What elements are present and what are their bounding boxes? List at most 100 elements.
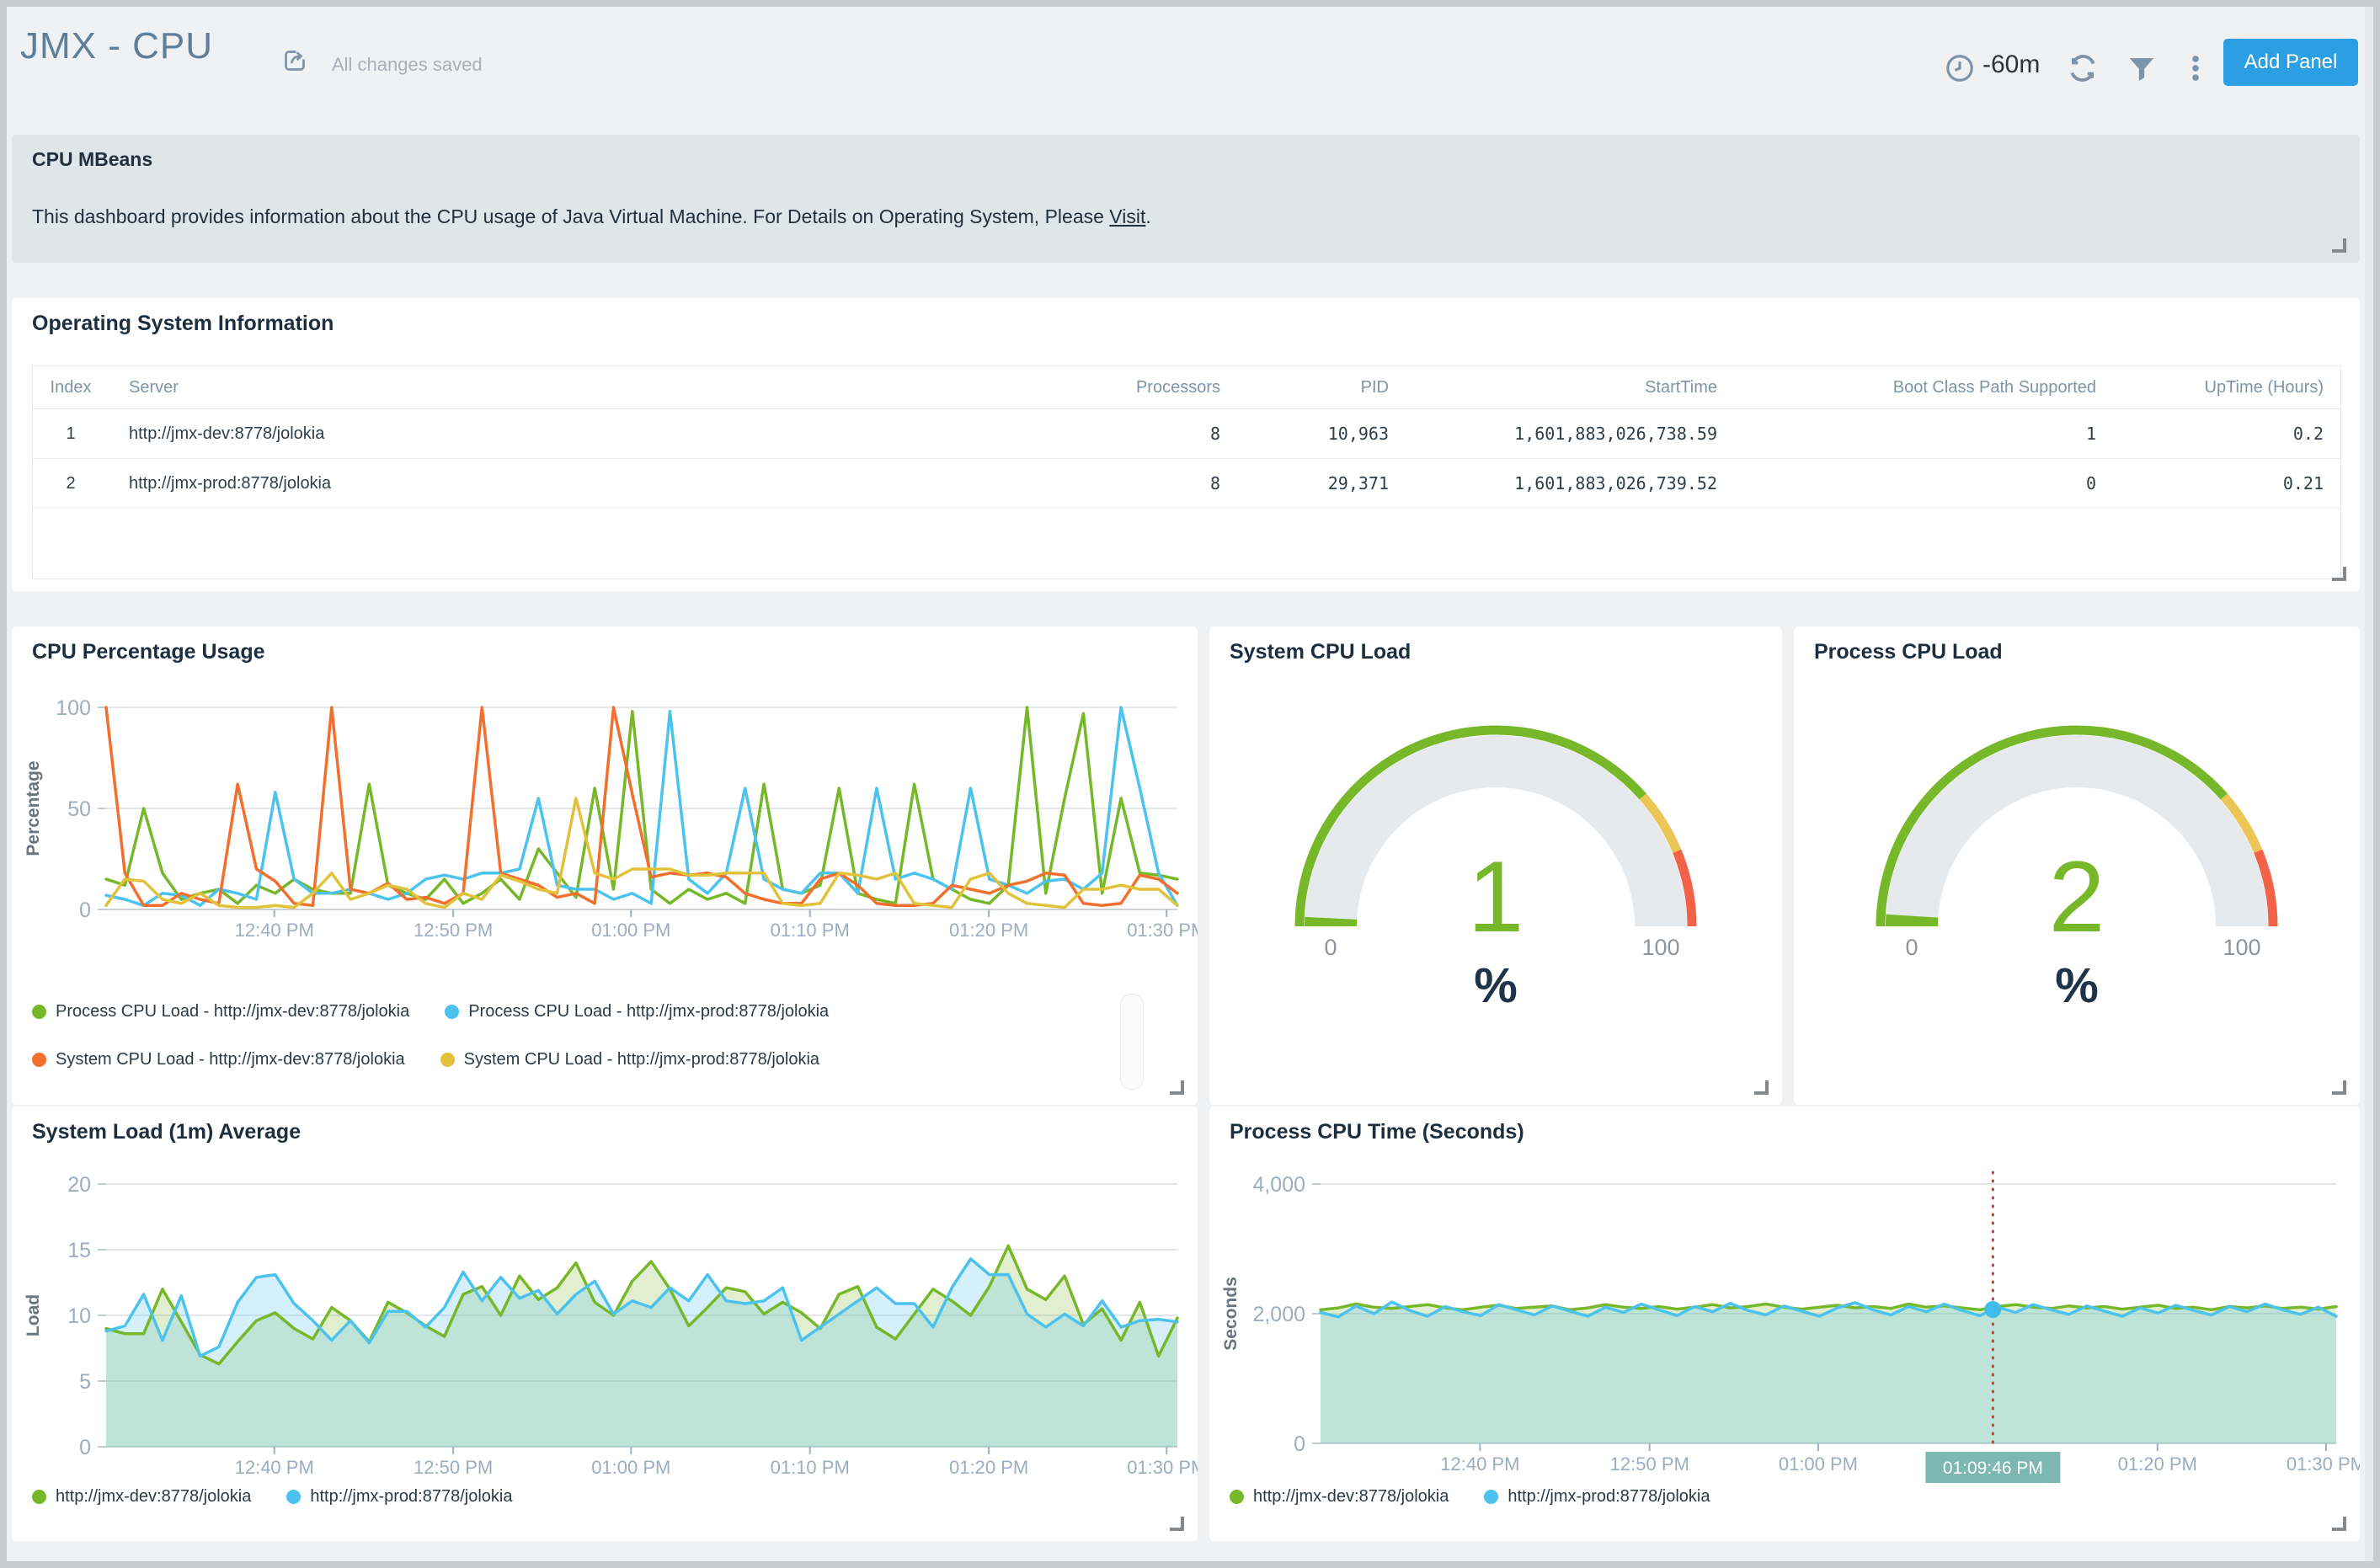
legend-label: http://jmx-dev:8778/jolokia: [56, 1487, 251, 1507]
table-cell: 1,601,883,026,739.52: [1406, 459, 1734, 509]
resize-handle-icon[interactable]: [2332, 1517, 2346, 1531]
legend-label: Process CPU Load - http://jmx-dev:8778/j…: [56, 1002, 409, 1021]
legend-item[interactable]: http://jmx-dev:8778/jolokia: [32, 1487, 251, 1507]
svg-text:100: 100: [56, 696, 91, 720]
table-cell: 0: [1734, 459, 2113, 509]
legend-item[interactable]: System CPU Load - http://jmx-dev:8778/jo…: [32, 1050, 405, 1069]
filter-icon[interactable]: [2126, 52, 2158, 84]
mbeans-description: This dashboard provides information abou…: [32, 205, 1151, 228]
resize-handle-icon[interactable]: [2332, 567, 2346, 581]
column-header[interactable]: Index: [33, 366, 109, 409]
svg-text:%: %: [1474, 958, 1518, 1013]
svg-text:12:40 PM: 12:40 PM: [235, 920, 314, 941]
process-cpu-time-title: Process CPU Time (Seconds): [1230, 1120, 1524, 1144]
refresh-icon[interactable]: [2067, 52, 2099, 84]
table-cell: 10,963: [1237, 409, 1406, 459]
mbeans-description-period: .: [1145, 205, 1150, 227]
system-cpu-load-gauge: 10100%: [1209, 627, 1782, 1105]
svg-text:2,000: 2,000: [1252, 1303, 1305, 1326]
svg-text:01:30 PM: 01:30 PM: [2287, 1453, 2360, 1475]
svg-text:1: 1: [1468, 840, 1524, 953]
svg-text:12:50 PM: 12:50 PM: [414, 1457, 493, 1478]
resize-handle-icon[interactable]: [1754, 1080, 1769, 1095]
process-cpu-time-chart[interactable]: 02,0004,000Seconds12:40 PM12:50 PM01:00 …: [1209, 1160, 2360, 1497]
legend-item[interactable]: http://jmx-dev:8778/jolokia: [1230, 1487, 1449, 1507]
table-header-row: IndexServerProcessorsPIDStartTimeBoot Cl…: [33, 366, 2340, 409]
process-cpu-time-panel: Process CPU Time (Seconds) 02,0004,000Se…: [1209, 1107, 2360, 1541]
column-header[interactable]: Processors: [1077, 366, 1237, 409]
table-row[interactable]: 2http://jmx-prod:8778/jolokia829,3711,60…: [33, 459, 2340, 509]
column-header[interactable]: Server: [109, 366, 1077, 409]
column-header[interactable]: StartTime: [1406, 366, 1734, 409]
share-icon[interactable]: [280, 45, 310, 76]
svg-text:50: 50: [67, 797, 91, 821]
svg-text:Percentage: Percentage: [24, 760, 43, 856]
table-row[interactable]: 1http://jmx-dev:8778/jolokia810,9631,601…: [33, 409, 2340, 459]
chart-legend: http://jmx-dev:8778/jolokia http://jmx-pr…: [1230, 1487, 1710, 1507]
os-info-table: IndexServerProcessorsPIDStartTimeBoot Cl…: [32, 365, 2341, 579]
column-header[interactable]: Boot Class Path Supported: [1734, 366, 2113, 409]
svg-text:01:20 PM: 01:20 PM: [2118, 1453, 2197, 1475]
legend-item[interactable]: Process CPU Load - http://jmx-dev:8778/j…: [32, 1002, 409, 1021]
column-header[interactable]: UpTime (Hours): [2113, 366, 2340, 409]
svg-text:10: 10: [67, 1304, 91, 1328]
svg-text:100: 100: [2223, 935, 2260, 960]
svg-text:01:00 PM: 01:00 PM: [591, 1457, 670, 1478]
svg-text:01:30 PM: 01:30 PM: [1127, 920, 1198, 941]
table-cell: http://jmx-dev:8778/jolokia: [109, 409, 1077, 459]
table-cell: 29,371: [1237, 459, 1406, 509]
legend-item[interactable]: http://jmx-prod:8778/jolokia: [286, 1487, 512, 1507]
legend-item[interactable]: Process CPU Load - http://jmx-prod:8778/…: [445, 1002, 829, 1021]
svg-text:Load: Load: [24, 1294, 43, 1336]
os-info-panel: Operating System Information IndexServer…: [12, 298, 2360, 591]
svg-text:12:50 PM: 12:50 PM: [414, 920, 493, 941]
chart-legend: http://jmx-dev:8778/jolokia http://jmx-pr…: [32, 1487, 512, 1507]
save-status: All changes saved: [332, 54, 483, 76]
mbeans-panel-title: CPU MBeans: [32, 148, 152, 171]
resize-handle-icon[interactable]: [2332, 238, 2346, 253]
kebab-menu-icon[interactable]: [2180, 52, 2212, 84]
svg-text:01:10 PM: 01:10 PM: [771, 920, 850, 941]
table-cell: 2: [33, 459, 109, 509]
system-load-chart[interactable]: 05101520Load12:40 PM12:50 PM01:00 PM01:1…: [12, 1160, 1198, 1497]
legend-scrollbar[interactable]: [1120, 994, 1144, 1090]
dashboard-screen: JMX - CPU All changes saved -60m Add Pan…: [7, 7, 2373, 1561]
clock-icon[interactable]: [1944, 52, 1976, 84]
legend-dot-icon: [1230, 1490, 1244, 1504]
table-cell: 8: [1077, 409, 1237, 459]
process-cpu-load-gauge: 20100%: [1794, 627, 2360, 1105]
svg-text:01:00 PM: 01:00 PM: [1779, 1453, 1858, 1475]
legend-label: http://jmx-prod:8778/jolokia: [310, 1487, 512, 1507]
mbeans-description-text: This dashboard provides information abou…: [32, 205, 1109, 227]
add-panel-button[interactable]: Add Panel: [2223, 39, 2358, 86]
table-cell: 0.21: [2113, 459, 2340, 509]
page-scrollbar[interactable]: [2365, 7, 2373, 1561]
resize-handle-icon[interactable]: [1170, 1517, 1184, 1531]
svg-text:12:50 PM: 12:50 PM: [1610, 1453, 1689, 1475]
svg-text:01:20 PM: 01:20 PM: [949, 920, 1028, 941]
os-panel-title: Operating System Information: [32, 312, 334, 336]
table-cell: 0.2: [2113, 409, 2340, 459]
visit-link[interactable]: Visit: [1109, 205, 1145, 227]
time-range-value[interactable]: -60m: [1982, 51, 2040, 79]
cpu-percentage-panel: CPU Percentage Usage 050100Percentage12:…: [12, 627, 1198, 1105]
legend-item[interactable]: http://jmx-prod:8778/jolokia: [1484, 1487, 1710, 1507]
cpu-mbeans-panel: CPU MBeans This dashboard provides infor…: [12, 135, 2360, 263]
chart-legend: Process CPU Load - http://jmx-dev:8778/j…: [32, 1002, 829, 1021]
resize-handle-icon[interactable]: [1170, 1080, 1184, 1095]
legend-item[interactable]: System CPU Load - http://jmx-prod:8778/j…: [440, 1050, 819, 1069]
legend-label: Process CPU Load - http://jmx-prod:8778/…: [468, 1002, 829, 1021]
column-header[interactable]: PID: [1237, 366, 1406, 409]
svg-text:12:40 PM: 12:40 PM: [235, 1457, 314, 1478]
legend-label: http://jmx-prod:8778/jolokia: [1508, 1487, 1710, 1507]
svg-text:0: 0: [79, 899, 91, 922]
svg-text:0: 0: [1294, 1432, 1305, 1456]
svg-text:01:30 PM: 01:30 PM: [1127, 1457, 1198, 1478]
legend-dot-icon: [440, 1053, 455, 1067]
resize-handle-icon[interactable]: [2332, 1080, 2346, 1095]
cpu-percentage-chart[interactable]: 050100Percentage12:40 PM12:50 PM01:00 PM…: [12, 674, 1198, 960]
legend-label: http://jmx-dev:8778/jolokia: [1253, 1487, 1449, 1507]
legend-label: System CPU Load - http://jmx-prod:8778/j…: [464, 1050, 819, 1069]
svg-text:4,000: 4,000: [1252, 1173, 1305, 1197]
legend-dot-icon: [32, 1490, 46, 1504]
